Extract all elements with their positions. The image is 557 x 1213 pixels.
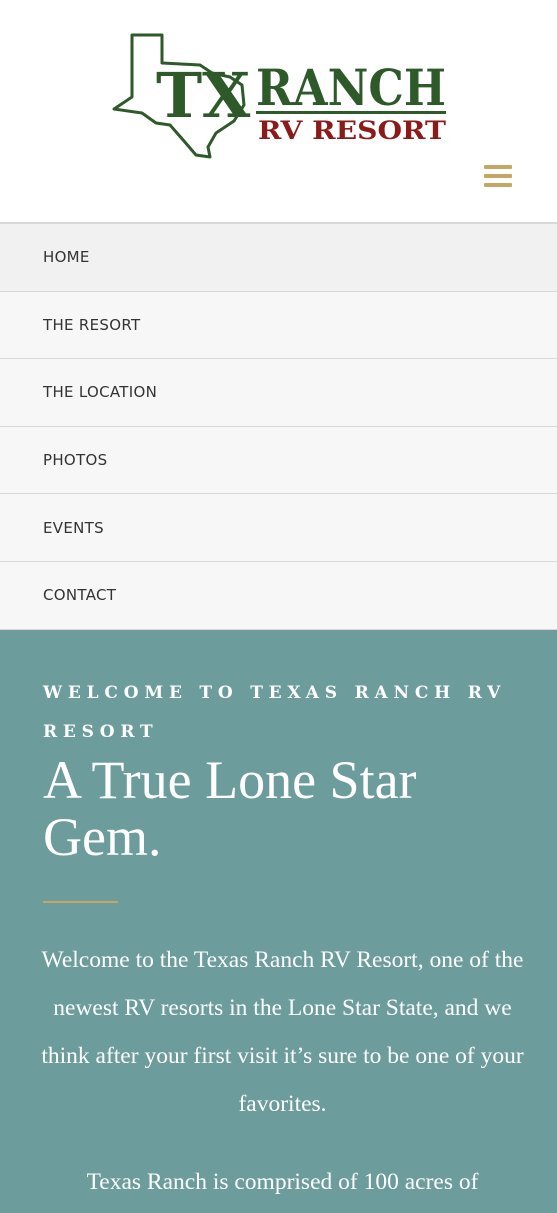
nav-item-contact[interactable]: CONTACT	[0, 561, 557, 630]
site-logo[interactable]: TX RANCH RV RESORT	[112, 33, 452, 159]
nav-item-photos[interactable]: PHOTOS	[0, 426, 557, 495]
nav-item-label: CONTACT	[43, 586, 117, 605]
logo-tagline-text: RV RESORT	[258, 116, 446, 145]
main-nav: HOME THE RESORT THE LOCATION PHOTOS EVEN…	[0, 222, 557, 630]
nav-item-events[interactable]: EVENTS	[0, 494, 557, 562]
texas-ranch-logo: TX RANCH RV RESORT	[112, 33, 446, 159]
logo-name-text: RANCH	[256, 58, 446, 117]
nav-item-label: HOME	[43, 248, 90, 267]
nav-item-the-location[interactable]: THE LOCATION	[0, 359, 557, 427]
hero-section: Welcome to Texas Ranch RV Resort A True …	[0, 629, 557, 1213]
hero-divider	[43, 900, 118, 903]
hero-paragraph: Texas Ranch is comprised of 100 acres of	[86, 1168, 479, 1195]
nav-item-label: EVENTS	[43, 518, 104, 537]
hero-paragraph: Welcome to the Texas Ranch RV Resort, on…	[41, 946, 524, 1117]
nav-item-label: PHOTOS	[43, 451, 108, 470]
nav-item-label: THE RESORT	[43, 315, 141, 334]
logo-mark-text: TX	[156, 59, 251, 132]
nav-item-label: THE LOCATION	[43, 383, 158, 402]
nav-item-the-resort[interactable]: THE RESORT	[0, 291, 557, 360]
hero-eyebrow: Welcome to Texas Ranch RV Resort	[43, 682, 507, 742]
site-header: TX RANCH RV RESORT	[0, 0, 557, 222]
hamburger-icon[interactable]	[484, 165, 512, 189]
nav-item-home[interactable]: HOME	[0, 224, 557, 292]
hero-headline: A True Lone Star Gem.	[43, 749, 417, 867]
